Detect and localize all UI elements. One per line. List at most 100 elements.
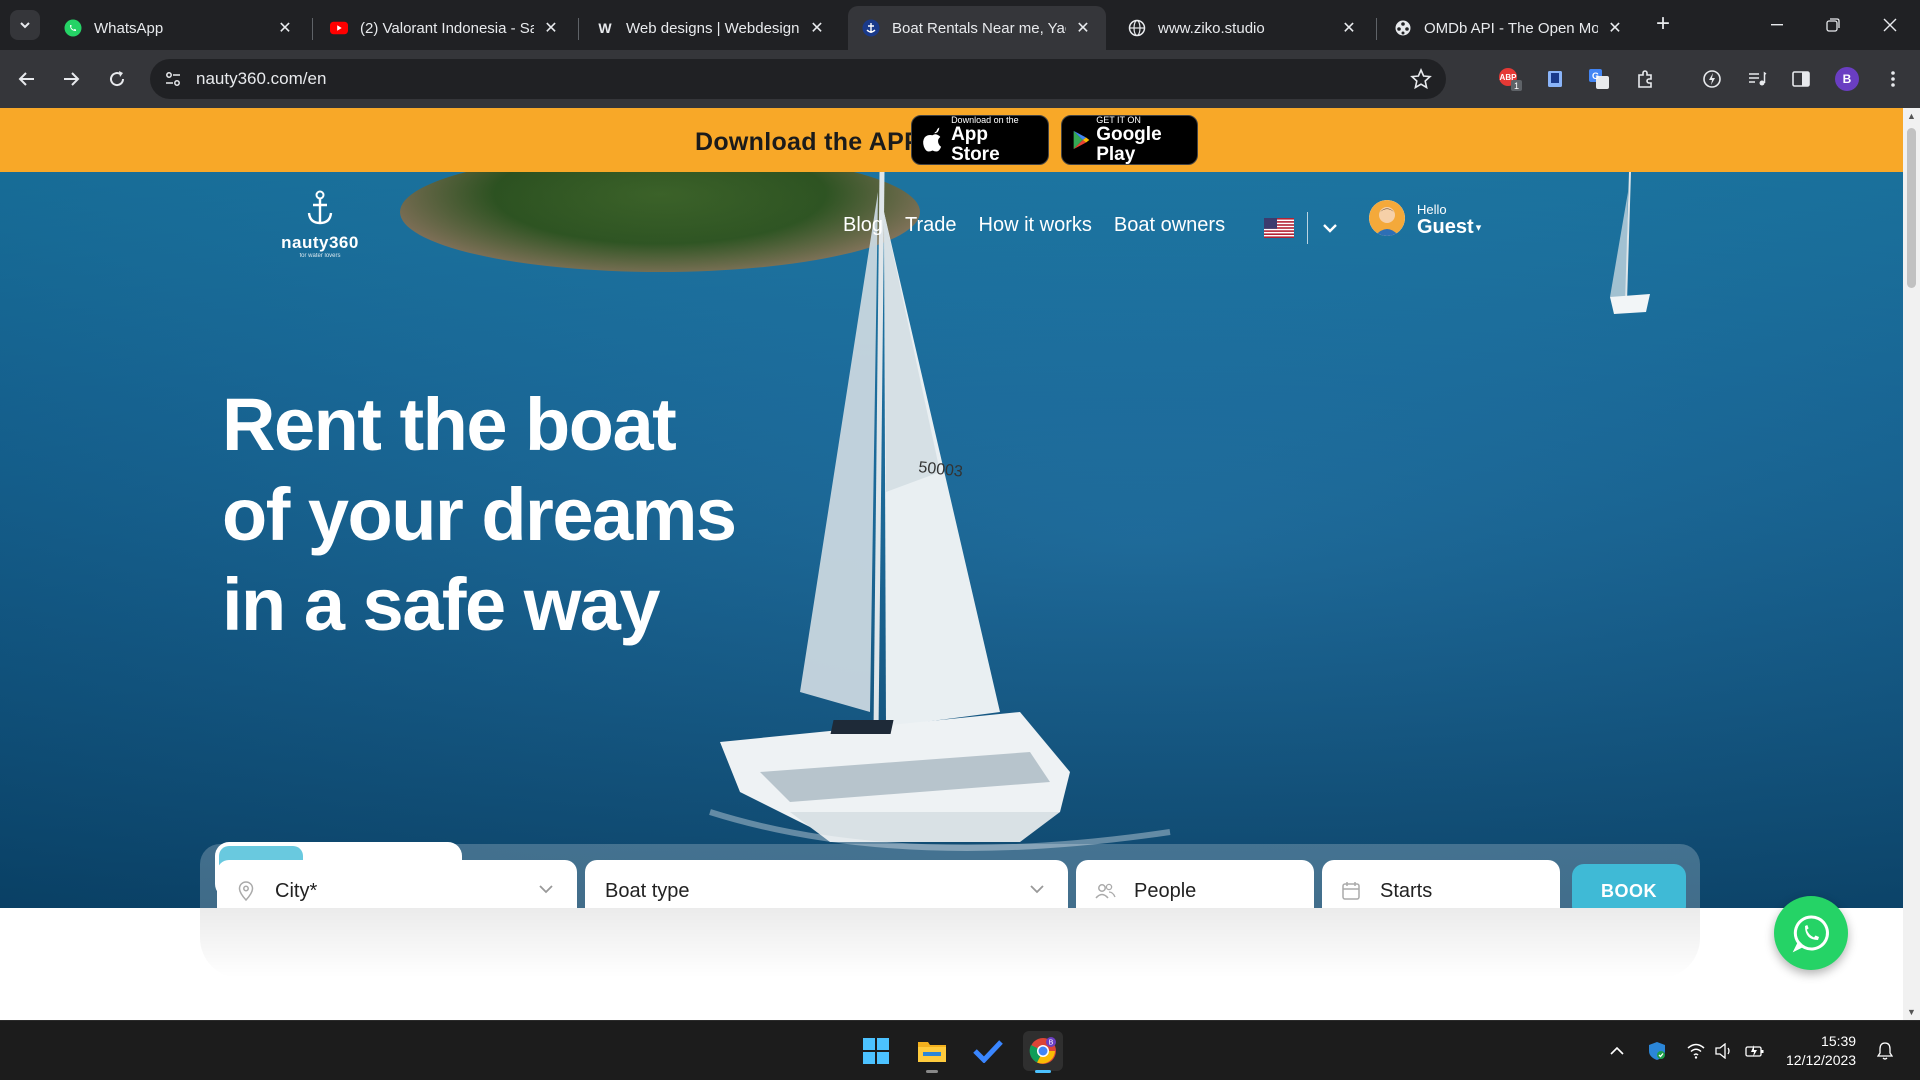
checkmark-icon: [973, 1040, 1003, 1063]
close-icon[interactable]: ✕: [1340, 19, 1358, 37]
system-clock[interactable]: 15:39 12/12/2023: [1786, 1032, 1856, 1070]
whatsapp-chat-button[interactable]: [1774, 896, 1848, 970]
minimize-button[interactable]: [1757, 10, 1797, 40]
battery-charging-icon[interactable]: [1745, 1041, 1765, 1061]
small-sailboat-image: [1610, 172, 1650, 314]
user-hello-text: Hello: [1417, 202, 1447, 217]
us-flag-icon[interactable]: [1264, 218, 1294, 238]
clock-date: 12/12/2023: [1786, 1052, 1857, 1068]
main-nav: Blog Trade How it works Boat owners: [843, 214, 1225, 237]
google-translate-icon[interactable]: G: [1585, 65, 1613, 93]
forward-button[interactable]: [56, 64, 86, 94]
scroll-up-arrow[interactable]: ▲: [1907, 112, 1916, 121]
chevron-down-icon: [539, 885, 553, 894]
wifi-icon[interactable]: [1686, 1041, 1706, 1061]
tab-webdesigns[interactable]: W Web designs | Webdesign- ✕: [582, 6, 840, 50]
tab-whatsapp[interactable]: WhatsApp ✕: [50, 6, 308, 50]
app-store-button[interactable]: Download on the App Store: [911, 115, 1049, 165]
tab-title: Boat Rentals Near me, Yach: [892, 19, 1066, 37]
svg-text:B: B: [1049, 1040, 1054, 1047]
location-pin-icon: [238, 881, 254, 902]
tab-title: (2) Valorant Indonesia - Sa: [360, 19, 534, 37]
tab-ziko[interactable]: www.ziko.studio ✕: [1114, 6, 1372, 50]
arrow-left-icon: [18, 72, 34, 86]
chevron-down-icon: [1030, 885, 1044, 894]
file-explorer-button[interactable]: [912, 1031, 952, 1073]
windows-security-icon[interactable]: [1647, 1041, 1667, 1061]
chrome-icon: B: [1029, 1037, 1056, 1064]
youtube-icon: [330, 19, 348, 37]
new-tab-button[interactable]: +: [1650, 12, 1676, 38]
site-settings-icon[interactable]: [162, 68, 184, 90]
adblock-extension-icon[interactable]: ABP 1: [1496, 65, 1524, 93]
profile-avatar[interactable]: B: [1833, 65, 1861, 93]
volume-icon[interactable]: [1714, 1041, 1734, 1061]
apple-icon: [923, 127, 942, 152]
more-vertical-icon: [1891, 71, 1895, 87]
anchor-icon: [862, 19, 880, 37]
media-controls-icon[interactable]: [1743, 65, 1771, 93]
nauty360-logo[interactable]: nauty360 for water lovers: [270, 190, 370, 260]
nav-how-it-works[interactable]: How it works: [979, 214, 1092, 237]
user-name: Guest: [1417, 216, 1474, 238]
profile-initial: B: [1835, 67, 1859, 91]
close-window-button[interactable]: [1870, 10, 1910, 40]
page-viewport: Download the APP Download on the App Sto…: [0, 108, 1903, 1020]
close-icon[interactable]: ✕: [808, 19, 826, 37]
chrome-taskbar-button[interactable]: B: [1023, 1031, 1063, 1073]
language-dropdown-chevron-icon[interactable]: [1320, 218, 1340, 238]
address-bar[interactable]: nauty360.com/en: [150, 59, 1446, 99]
back-button[interactable]: [12, 64, 42, 94]
close-icon[interactable]: ✕: [276, 19, 294, 37]
hero-headline: Rent the boat of your dreams in a safe w…: [222, 380, 737, 650]
headline-line-1: Rent the boat: [222, 383, 677, 466]
performance-icon[interactable]: [1698, 65, 1726, 93]
scroll-down-arrow[interactable]: ▼: [1907, 1008, 1916, 1017]
page-scrollbar[interactable]: ▲ ▼: [1903, 108, 1920, 1020]
minimize-icon: [1771, 24, 1783, 26]
tab-valorant[interactable]: (2) Valorant Indonesia - Sa ✕: [316, 6, 574, 50]
people-placeholder: People: [1134, 879, 1197, 902]
tab-nauty360[interactable]: Boat Rentals Near me, Yach ✕: [848, 6, 1106, 50]
nav-blog[interactable]: Blog: [843, 214, 883, 237]
bookmark-star-icon[interactable]: [1410, 68, 1432, 90]
anchor-icon: [307, 190, 333, 225]
todo-app-button[interactable]: [968, 1031, 1008, 1071]
reader-extension-icon[interactable]: [1541, 65, 1569, 93]
scrollbar-thumb[interactable]: [1907, 128, 1916, 288]
reload-button[interactable]: [102, 64, 132, 94]
tab-search-button[interactable]: [10, 10, 40, 40]
nav-trade[interactable]: Trade: [905, 214, 957, 237]
tab-title: WhatsApp: [94, 19, 164, 37]
close-icon[interactable]: ✕: [1074, 19, 1092, 37]
close-icon[interactable]: ✕: [1606, 19, 1624, 37]
nav-boat-owners[interactable]: Boat owners: [1114, 214, 1225, 237]
user-avatar[interactable]: [1369, 200, 1405, 236]
browser-menu-button[interactable]: [1879, 65, 1907, 93]
tab-title: OMDb API - The Open Mo: [1424, 19, 1598, 37]
promo-text: Download the APP: [695, 128, 922, 156]
restore-button[interactable]: [1813, 10, 1853, 40]
people-icon: [1095, 883, 1116, 899]
browser-tab-strip: WhatsApp ✕ (2) Valorant Indonesia - Sa ✕…: [0, 0, 1920, 50]
app-promo-bar: Download the APP Download on the App Sto…: [0, 108, 1903, 172]
clock-time: 15:39: [1821, 1033, 1857, 1049]
close-icon[interactable]: ✕: [542, 19, 560, 37]
globe-icon: [1128, 19, 1146, 37]
tab-title: Web designs | Webdesign-: [626, 19, 800, 37]
side-panel-icon[interactable]: [1787, 65, 1815, 93]
user-menu-button[interactable]: Guest ▾: [1417, 216, 1481, 239]
google-play-button[interactable]: GET IT ON Google Play: [1061, 115, 1198, 165]
omdb-icon: [1394, 19, 1412, 37]
starts-placeholder: Starts: [1380, 879, 1433, 902]
extensions-puzzle-icon[interactable]: [1631, 65, 1659, 93]
close-icon: [1883, 18, 1897, 32]
notification-bell-icon[interactable]: [1875, 1041, 1895, 1061]
tab-omdb[interactable]: OMDb API - The Open Mo ✕: [1380, 6, 1638, 50]
start-button[interactable]: [856, 1031, 896, 1071]
tray-overflow-chevron-icon[interactable]: [1607, 1041, 1627, 1061]
content-below-hero: [0, 908, 1903, 1020]
windows-logo-icon: [863, 1038, 889, 1064]
webflow-icon: W: [598, 20, 612, 36]
restore-icon: [1826, 18, 1840, 32]
